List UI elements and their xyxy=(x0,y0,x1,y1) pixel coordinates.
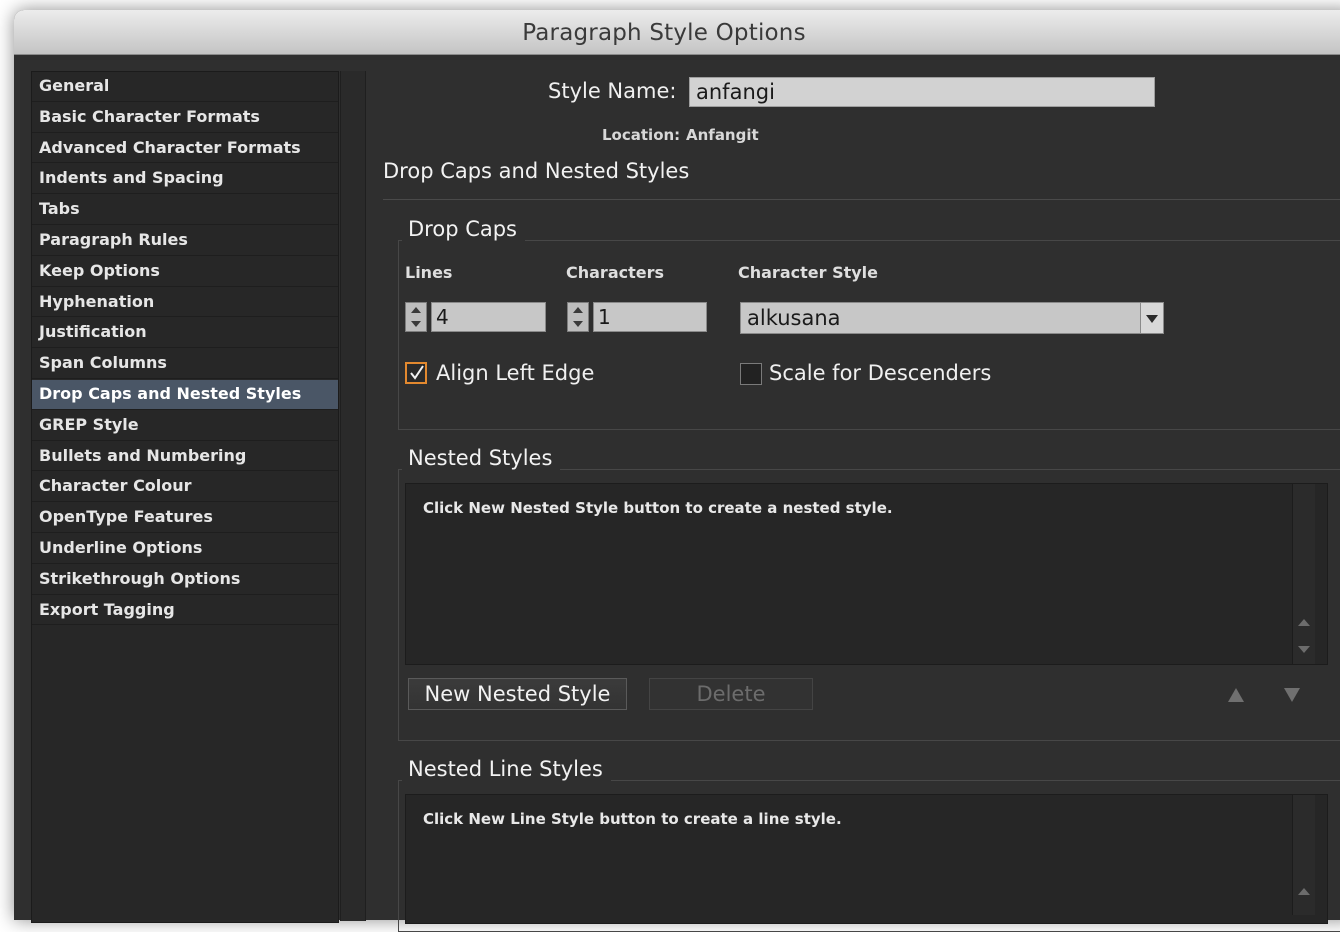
character-style-label: Character Style xyxy=(738,263,878,282)
sidebar-item-grep-style[interactable]: GREP Style xyxy=(32,411,338,441)
style-name-label: Style Name: xyxy=(548,79,677,103)
scroll-down-icon[interactable] xyxy=(1298,646,1310,653)
sidebar-item-advanced-character-formats[interactable]: Advanced Character Formats xyxy=(32,134,338,164)
scale-for-descenders-checkbox[interactable] xyxy=(740,363,762,385)
category-list[interactable]: General Basic Character Formats Advanced… xyxy=(31,71,339,923)
characters-stepper[interactable] xyxy=(567,302,589,332)
delete-button[interactable]: Delete xyxy=(649,678,813,710)
section-title: Drop Caps and Nested Styles xyxy=(383,159,690,183)
drop-caps-legend: Drop Caps xyxy=(402,217,525,241)
sidebar-item-opentype-features[interactable]: OpenType Features xyxy=(32,503,338,533)
sidebar-item-justification[interactable]: Justification xyxy=(32,318,338,349)
nested-line-styles-hint: Click New Line Style button to create a … xyxy=(423,810,842,828)
scroll-up-icon[interactable] xyxy=(1298,619,1310,626)
scale-for-descenders-label[interactable]: Scale for Descenders xyxy=(769,361,991,385)
sidebar-item-underline-options[interactable]: Underline Options xyxy=(32,534,338,564)
sidebar-item-indents-and-spacing[interactable]: Indents and Spacing xyxy=(32,164,338,195)
scroll-up-icon[interactable] xyxy=(1298,888,1310,895)
characters-label: Characters xyxy=(566,263,665,282)
align-left-edge-label[interactable]: Align Left Edge xyxy=(436,361,594,385)
new-nested-style-button[interactable]: New Nested Style xyxy=(408,678,627,710)
location-label: Location: xyxy=(602,126,681,144)
style-name-input[interactable]: anfangi xyxy=(689,77,1155,107)
move-down-icon[interactable] xyxy=(1284,688,1300,702)
sidebar-item-general[interactable]: General xyxy=(32,72,338,102)
nested-styles-legend: Nested Styles xyxy=(402,446,561,470)
character-style-select[interactable]: alkusana xyxy=(740,302,1164,334)
lines-stepper[interactable] xyxy=(405,302,427,332)
nested-styles-list[interactable]: Click New Nested Style button to create … xyxy=(405,483,1328,665)
sidebar-item-tabs[interactable]: Tabs xyxy=(32,195,338,225)
lines-label: Lines xyxy=(405,263,453,282)
align-left-edge-checkbox[interactable] xyxy=(405,362,427,384)
title-bar[interactable]: Paragraph Style Options xyxy=(14,10,1340,55)
move-up-icon[interactable] xyxy=(1228,688,1244,702)
sidebar-item-hyphenation[interactable]: Hyphenation xyxy=(32,288,338,318)
nested-styles-hint: Click New Nested Style button to create … xyxy=(423,499,893,517)
checkmark-icon xyxy=(410,365,424,380)
sidebar-item-span-columns[interactable]: Span Columns xyxy=(32,349,338,379)
nested-styles-scrollbar[interactable] xyxy=(1292,484,1315,664)
stepper-up-icon[interactable] xyxy=(573,307,583,313)
sidebar-item-drop-caps-and-nested-styles[interactable]: Drop Caps and Nested Styles xyxy=(32,379,338,410)
stepper-down-icon[interactable] xyxy=(411,321,421,327)
sidebar-scrollbar[interactable] xyxy=(340,71,366,921)
sidebar-item-basic-character-formats[interactable]: Basic Character Formats xyxy=(32,103,338,133)
stepper-down-icon[interactable] xyxy=(573,321,583,327)
nested-line-styles-legend: Nested Line Styles xyxy=(402,757,611,781)
sidebar-item-character-colour[interactable]: Character Colour xyxy=(32,472,338,503)
location-value: Anfangit xyxy=(686,126,759,144)
stepper-up-icon[interactable] xyxy=(411,307,421,313)
nested-line-styles-list[interactable]: Click New Line Style button to create a … xyxy=(405,794,1328,924)
chevron-down-icon[interactable] xyxy=(1140,303,1163,333)
sidebar-item-paragraph-rules[interactable]: Paragraph Rules xyxy=(32,226,338,256)
character-style-value: alkusana xyxy=(747,306,841,330)
window-title: Paragraph Style Options xyxy=(522,20,806,46)
sidebar-item-keep-options[interactable]: Keep Options xyxy=(32,257,338,287)
sidebar-item-strikethrough-options[interactable]: Strikethrough Options xyxy=(32,565,338,595)
nested-line-styles-scrollbar[interactable] xyxy=(1292,795,1315,915)
sidebar-item-bullets-and-numbering[interactable]: Bullets and Numbering xyxy=(32,442,338,472)
sidebar-item-export-tagging[interactable]: Export Tagging xyxy=(32,596,338,626)
lines-input[interactable]: 4 xyxy=(431,302,546,332)
characters-input[interactable]: 1 xyxy=(593,302,707,332)
section-divider xyxy=(383,199,1340,200)
